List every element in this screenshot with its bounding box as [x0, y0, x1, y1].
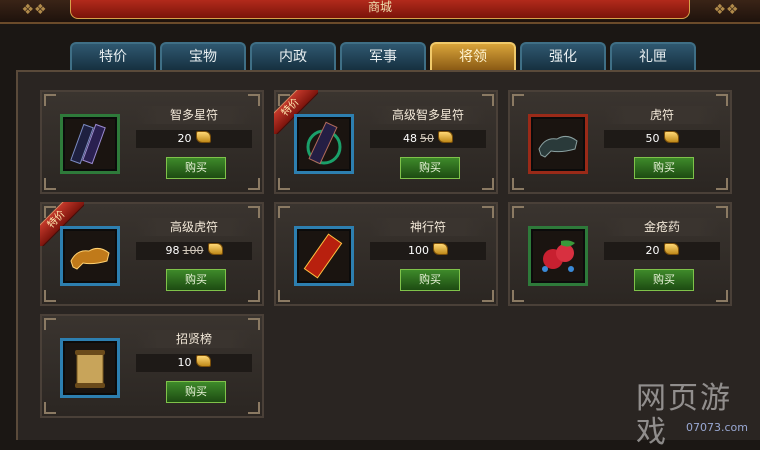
buy-button[interactable]: 购买 — [166, 269, 226, 291]
price-value: 20 — [177, 132, 192, 145]
tiger-tally-icon[interactable] — [60, 226, 120, 286]
item-name: 高级智多星符 — [370, 106, 486, 124]
item-card: 金疮药 20 购买 — [508, 202, 732, 306]
gold-ingot-icon — [207, 243, 223, 255]
gold-ingot-icon — [195, 355, 211, 367]
gold-ingot-icon — [195, 131, 211, 143]
item-card: 招贤榜 10 购买 — [40, 314, 264, 418]
item-card: 智多星符 20 购买 — [40, 90, 264, 194]
gold-ingot-icon — [663, 243, 679, 255]
item-name: 招贤榜 — [136, 330, 252, 348]
old-price: 50 — [420, 132, 434, 145]
item-name: 虎符 — [604, 106, 720, 124]
item-price: 98 100 — [136, 242, 252, 260]
gold-ingot-icon — [433, 243, 448, 255]
buy-button[interactable]: 购买 — [400, 157, 460, 179]
tab-domestic[interactable]: 内政 — [250, 42, 336, 70]
price-value: 20 — [645, 244, 660, 257]
tab-special[interactable]: 特价 — [70, 42, 156, 70]
item-price: 50 — [604, 130, 720, 148]
item-name: 智多星符 — [136, 106, 252, 124]
item-name: 金疮药 — [604, 218, 720, 236]
item-card: 虎符 50 购买 — [508, 90, 732, 194]
item-price: 100 — [370, 242, 486, 260]
ornament-right-icon: ❖❖ — [713, 2, 739, 18]
site-watermark: 网页游戏 07073.com — [636, 382, 754, 450]
item-price: 10 — [136, 354, 252, 372]
item-name: 高级虎符 — [136, 218, 252, 236]
item-card: 特价 高级智多星符 48 50 购买 — [274, 90, 498, 194]
buy-button[interactable]: 购买 — [400, 269, 460, 291]
book-talisman-icon[interactable] — [60, 114, 120, 174]
tab-military[interactable]: 军事 — [340, 42, 426, 70]
gold-ingot-icon — [663, 131, 679, 143]
tab-generals[interactable]: 将领 — [430, 42, 516, 70]
book-talisman-icon[interactable] — [294, 114, 354, 174]
talisman-scroll-icon[interactable] — [294, 226, 354, 286]
gold-ingot-icon — [438, 131, 453, 143]
buy-button[interactable]: 购买 — [634, 269, 694, 291]
ornament-left-icon: ❖❖ — [21, 2, 47, 18]
window-title-bar: 商城 ❖❖ ❖❖ — [0, 0, 760, 24]
scroll-notice-icon[interactable] — [60, 338, 120, 398]
buy-button[interactable]: 购买 — [634, 157, 694, 179]
item-card: 特价 高级虎符 98 100 购买 — [40, 202, 264, 306]
herb-medicine-icon[interactable] — [528, 226, 588, 286]
watermark-url: 07073.com — [686, 421, 748, 434]
price-value: 48 — [403, 132, 417, 145]
buy-button[interactable]: 购买 — [166, 381, 226, 403]
price-value: 100 — [408, 244, 429, 257]
item-name: 神行符 — [370, 218, 486, 236]
price-value: 98 — [165, 244, 180, 257]
category-tabs: 特价 宝物 内政 军事 将领 强化 礼匣 — [70, 42, 696, 70]
tab-giftbox[interactable]: 礼匣 — [610, 42, 696, 70]
item-price: 48 50 — [370, 130, 486, 148]
price-value: 50 — [645, 132, 660, 145]
item-card: 神行符 100 购买 — [274, 202, 498, 306]
window-title: 商城 — [367, 0, 392, 14]
tab-enhance[interactable]: 强化 — [520, 42, 606, 70]
tiger-tally-icon[interactable] — [528, 114, 588, 174]
buy-button[interactable]: 购买 — [166, 157, 226, 179]
item-price: 20 — [604, 242, 720, 260]
tab-treasure[interactable]: 宝物 — [160, 42, 246, 70]
old-price: 100 — [182, 244, 204, 257]
price-value: 10 — [177, 356, 192, 369]
item-price: 20 — [136, 130, 252, 148]
